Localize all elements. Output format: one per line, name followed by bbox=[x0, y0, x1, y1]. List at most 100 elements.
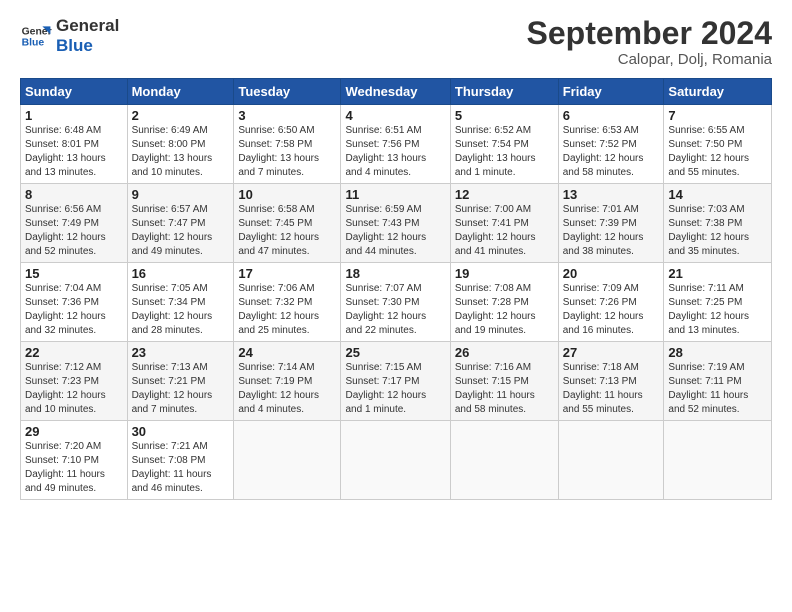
day-number: 15 bbox=[25, 266, 123, 281]
logo: General Blue General Blue bbox=[20, 16, 119, 57]
day-cell: 12Sunrise: 7:00 AM Sunset: 7:41 PM Dayli… bbox=[450, 184, 558, 263]
day-number: 19 bbox=[455, 266, 554, 281]
day-cell bbox=[341, 421, 450, 500]
day-number: 7 bbox=[668, 108, 767, 123]
day-cell: 28Sunrise: 7:19 AM Sunset: 7:11 PM Dayli… bbox=[664, 342, 772, 421]
day-number: 11 bbox=[345, 187, 445, 202]
logo-line1: General bbox=[56, 16, 119, 36]
day-cell: 16Sunrise: 7:05 AM Sunset: 7:34 PM Dayli… bbox=[127, 263, 234, 342]
col-header-saturday: Saturday bbox=[664, 79, 772, 105]
day-number: 21 bbox=[668, 266, 767, 281]
col-header-monday: Monday bbox=[127, 79, 234, 105]
title-block: September 2024 Calopar, Dolj, Romania bbox=[527, 16, 772, 68]
day-cell: 19Sunrise: 7:08 AM Sunset: 7:28 PM Dayli… bbox=[450, 263, 558, 342]
day-info: Sunrise: 7:19 AM Sunset: 7:11 PM Dayligh… bbox=[668, 361, 767, 417]
week-row-3: 15Sunrise: 7:04 AM Sunset: 7:36 PM Dayli… bbox=[21, 263, 772, 342]
day-cell: 10Sunrise: 6:58 AM Sunset: 7:45 PM Dayli… bbox=[234, 184, 341, 263]
day-number: 18 bbox=[345, 266, 445, 281]
day-cell: 15Sunrise: 7:04 AM Sunset: 7:36 PM Dayli… bbox=[21, 263, 128, 342]
header-row: SundayMondayTuesdayWednesdayThursdayFrid… bbox=[21, 79, 772, 105]
day-info: Sunrise: 6:48 AM Sunset: 8:01 PM Dayligh… bbox=[25, 124, 123, 180]
day-cell: 23Sunrise: 7:13 AM Sunset: 7:21 PM Dayli… bbox=[127, 342, 234, 421]
day-info: Sunrise: 7:07 AM Sunset: 7:30 PM Dayligh… bbox=[345, 282, 445, 338]
day-number: 29 bbox=[25, 424, 123, 439]
day-number: 8 bbox=[25, 187, 123, 202]
day-info: Sunrise: 7:20 AM Sunset: 7:10 PM Dayligh… bbox=[25, 440, 123, 496]
day-info: Sunrise: 6:50 AM Sunset: 7:58 PM Dayligh… bbox=[238, 124, 336, 180]
day-info: Sunrise: 7:03 AM Sunset: 7:38 PM Dayligh… bbox=[668, 203, 767, 259]
day-cell: 8Sunrise: 6:56 AM Sunset: 7:49 PM Daylig… bbox=[21, 184, 128, 263]
day-info: Sunrise: 7:16 AM Sunset: 7:15 PM Dayligh… bbox=[455, 361, 554, 417]
day-cell: 29Sunrise: 7:20 AM Sunset: 7:10 PM Dayli… bbox=[21, 421, 128, 500]
day-number: 23 bbox=[132, 345, 230, 360]
day-info: Sunrise: 7:09 AM Sunset: 7:26 PM Dayligh… bbox=[563, 282, 660, 338]
day-cell: 21Sunrise: 7:11 AM Sunset: 7:25 PM Dayli… bbox=[664, 263, 772, 342]
day-number: 28 bbox=[668, 345, 767, 360]
day-number: 17 bbox=[238, 266, 336, 281]
day-number: 24 bbox=[238, 345, 336, 360]
day-info: Sunrise: 7:14 AM Sunset: 7:19 PM Dayligh… bbox=[238, 361, 336, 417]
day-cell: 25Sunrise: 7:15 AM Sunset: 7:17 PM Dayli… bbox=[341, 342, 450, 421]
day-cell: 30Sunrise: 7:21 AM Sunset: 7:08 PM Dayli… bbox=[127, 421, 234, 500]
day-cell: 11Sunrise: 6:59 AM Sunset: 7:43 PM Dayli… bbox=[341, 184, 450, 263]
day-info: Sunrise: 7:11 AM Sunset: 7:25 PM Dayligh… bbox=[668, 282, 767, 338]
day-number: 1 bbox=[25, 108, 123, 123]
day-cell: 20Sunrise: 7:09 AM Sunset: 7:26 PM Dayli… bbox=[558, 263, 664, 342]
day-number: 14 bbox=[668, 187, 767, 202]
day-cell: 14Sunrise: 7:03 AM Sunset: 7:38 PM Dayli… bbox=[664, 184, 772, 263]
month-title: September 2024 bbox=[527, 16, 772, 51]
day-cell: 17Sunrise: 7:06 AM Sunset: 7:32 PM Dayli… bbox=[234, 263, 341, 342]
day-cell: 24Sunrise: 7:14 AM Sunset: 7:19 PM Dayli… bbox=[234, 342, 341, 421]
day-number: 16 bbox=[132, 266, 230, 281]
day-info: Sunrise: 7:21 AM Sunset: 7:08 PM Dayligh… bbox=[132, 440, 230, 496]
day-cell: 26Sunrise: 7:16 AM Sunset: 7:15 PM Dayli… bbox=[450, 342, 558, 421]
day-number: 20 bbox=[563, 266, 660, 281]
day-cell: 5Sunrise: 6:52 AM Sunset: 7:54 PM Daylig… bbox=[450, 105, 558, 184]
day-info: Sunrise: 7:01 AM Sunset: 7:39 PM Dayligh… bbox=[563, 203, 660, 259]
day-info: Sunrise: 7:05 AM Sunset: 7:34 PM Dayligh… bbox=[132, 282, 230, 338]
week-row-5: 29Sunrise: 7:20 AM Sunset: 7:10 PM Dayli… bbox=[21, 421, 772, 500]
day-info: Sunrise: 6:59 AM Sunset: 7:43 PM Dayligh… bbox=[345, 203, 445, 259]
col-header-wednesday: Wednesday bbox=[341, 79, 450, 105]
day-number: 6 bbox=[563, 108, 660, 123]
day-info: Sunrise: 7:08 AM Sunset: 7:28 PM Dayligh… bbox=[455, 282, 554, 338]
day-cell: 9Sunrise: 6:57 AM Sunset: 7:47 PM Daylig… bbox=[127, 184, 234, 263]
day-number: 12 bbox=[455, 187, 554, 202]
logo-line2: Blue bbox=[56, 36, 119, 56]
calendar-page: General Blue General Blue September 2024… bbox=[0, 0, 792, 612]
logo-icon: General Blue bbox=[20, 20, 52, 52]
day-number: 30 bbox=[132, 424, 230, 439]
col-header-sunday: Sunday bbox=[21, 79, 128, 105]
header: General Blue General Blue September 2024… bbox=[20, 16, 772, 68]
day-cell: 13Sunrise: 7:01 AM Sunset: 7:39 PM Dayli… bbox=[558, 184, 664, 263]
day-info: Sunrise: 6:57 AM Sunset: 7:47 PM Dayligh… bbox=[132, 203, 230, 259]
day-cell bbox=[558, 421, 664, 500]
calendar-table: SundayMondayTuesdayWednesdayThursdayFrid… bbox=[20, 78, 772, 500]
day-info: Sunrise: 7:13 AM Sunset: 7:21 PM Dayligh… bbox=[132, 361, 230, 417]
day-info: Sunrise: 6:58 AM Sunset: 7:45 PM Dayligh… bbox=[238, 203, 336, 259]
day-info: Sunrise: 6:55 AM Sunset: 7:50 PM Dayligh… bbox=[668, 124, 767, 180]
day-info: Sunrise: 6:53 AM Sunset: 7:52 PM Dayligh… bbox=[563, 124, 660, 180]
day-info: Sunrise: 7:12 AM Sunset: 7:23 PM Dayligh… bbox=[25, 361, 123, 417]
day-cell: 22Sunrise: 7:12 AM Sunset: 7:23 PM Dayli… bbox=[21, 342, 128, 421]
day-cell: 6Sunrise: 6:53 AM Sunset: 7:52 PM Daylig… bbox=[558, 105, 664, 184]
location: Calopar, Dolj, Romania bbox=[527, 51, 772, 68]
week-row-4: 22Sunrise: 7:12 AM Sunset: 7:23 PM Dayli… bbox=[21, 342, 772, 421]
day-cell: 3Sunrise: 6:50 AM Sunset: 7:58 PM Daylig… bbox=[234, 105, 341, 184]
day-number: 27 bbox=[563, 345, 660, 360]
day-number: 3 bbox=[238, 108, 336, 123]
day-cell: 27Sunrise: 7:18 AM Sunset: 7:13 PM Dayli… bbox=[558, 342, 664, 421]
day-info: Sunrise: 6:56 AM Sunset: 7:49 PM Dayligh… bbox=[25, 203, 123, 259]
day-cell bbox=[664, 421, 772, 500]
day-cell: 2Sunrise: 6:49 AM Sunset: 8:00 PM Daylig… bbox=[127, 105, 234, 184]
day-info: Sunrise: 7:00 AM Sunset: 7:41 PM Dayligh… bbox=[455, 203, 554, 259]
day-cell bbox=[234, 421, 341, 500]
day-cell bbox=[450, 421, 558, 500]
day-cell: 7Sunrise: 6:55 AM Sunset: 7:50 PM Daylig… bbox=[664, 105, 772, 184]
day-info: Sunrise: 7:18 AM Sunset: 7:13 PM Dayligh… bbox=[563, 361, 660, 417]
day-info: Sunrise: 6:51 AM Sunset: 7:56 PM Dayligh… bbox=[345, 124, 445, 180]
svg-text:Blue: Blue bbox=[22, 38, 45, 49]
day-number: 4 bbox=[345, 108, 445, 123]
day-cell: 4Sunrise: 6:51 AM Sunset: 7:56 PM Daylig… bbox=[341, 105, 450, 184]
day-info: Sunrise: 7:04 AM Sunset: 7:36 PM Dayligh… bbox=[25, 282, 123, 338]
